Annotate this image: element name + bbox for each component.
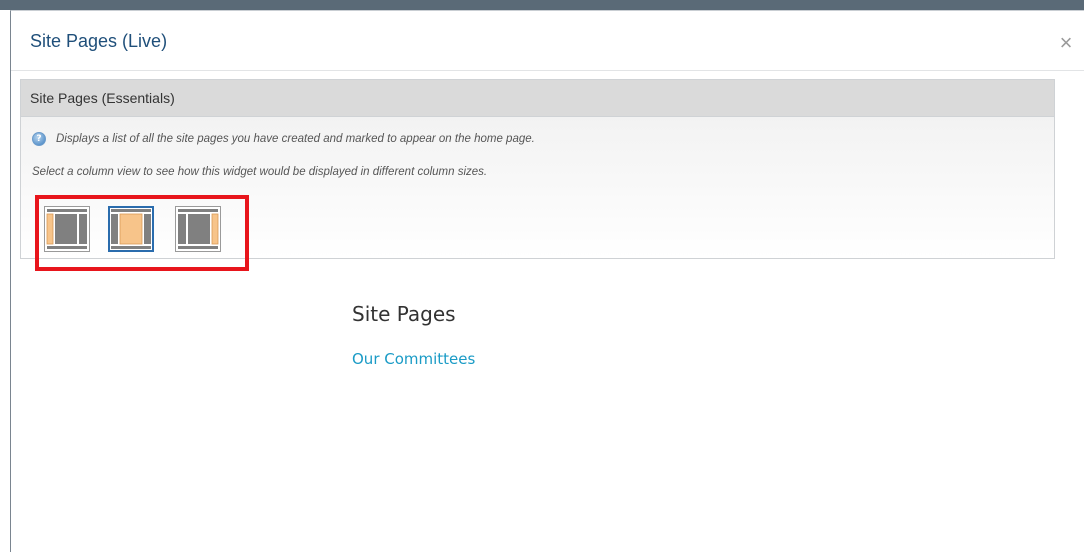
window-top-bar xyxy=(0,0,1084,10)
widget-description: Displays a list of all the site pages yo… xyxy=(56,133,535,145)
help-icon: ? xyxy=(32,132,46,146)
layout-right-icon xyxy=(175,206,221,252)
widget-header: Site Pages (Essentials) xyxy=(21,80,1054,117)
column-view-hint: Select a column view to see how this wid… xyxy=(32,166,488,178)
site-page-link[interactable]: Our Committees xyxy=(352,350,475,368)
page: Site Pages (Live) × Site Pages (Essentia… xyxy=(0,0,1084,552)
column-view-right-button[interactable] xyxy=(175,206,221,252)
layout-center-icon xyxy=(111,209,151,249)
modal-title: Site Pages (Live) xyxy=(30,31,168,51)
close-icon[interactable]: × xyxy=(1056,31,1076,55)
column-view-left-button[interactable] xyxy=(44,206,90,252)
widget-preview-title: Site Pages xyxy=(352,302,456,326)
column-view-center-button[interactable] xyxy=(108,206,154,252)
modal-header: Site Pages (Live) × xyxy=(11,11,1084,71)
layout-left-icon xyxy=(44,206,90,252)
widget-description-row: ? Displays a list of all the site pages … xyxy=(32,131,535,147)
